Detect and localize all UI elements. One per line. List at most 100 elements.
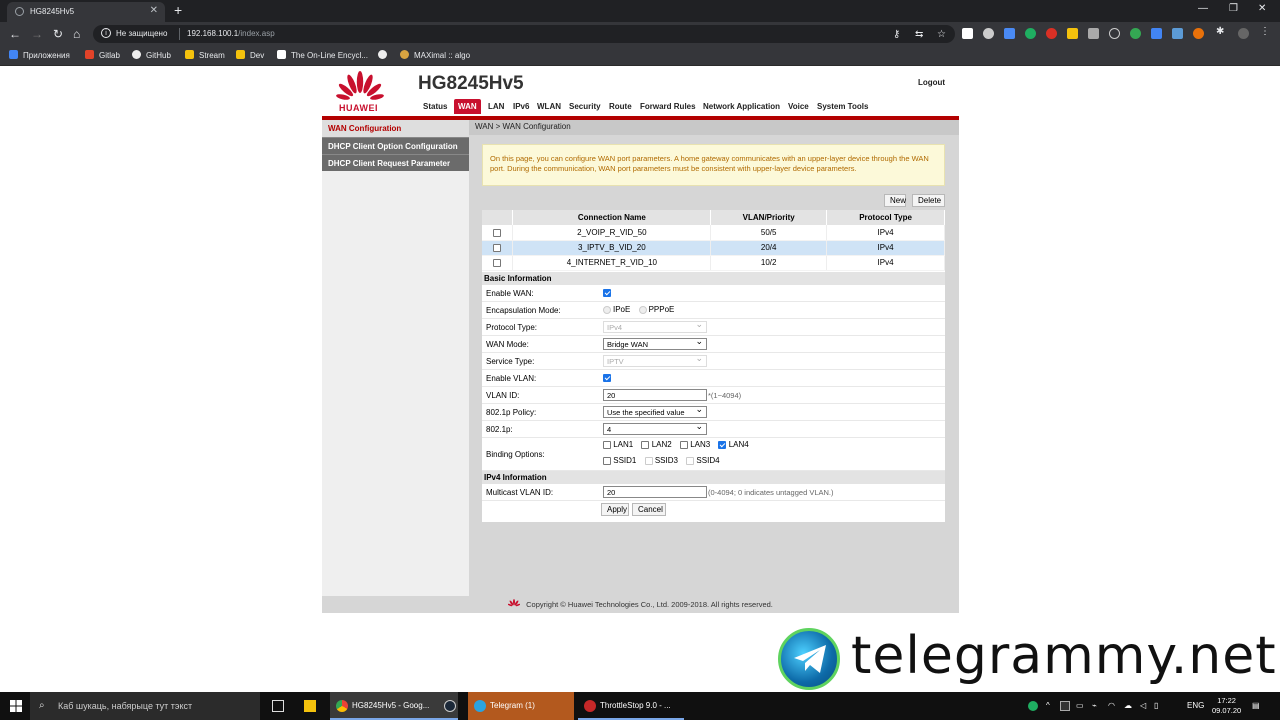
taskbar-app-chrome[interactable]: HG8245Hv5 - Goog... xyxy=(330,692,458,720)
table-row-selected[interactable]: 3_IPTV_B_VID_20 20/4 IPv4 xyxy=(482,240,945,256)
browser-tab[interactable]: HG8245Hv5 ✕ xyxy=(7,2,165,22)
battery-icon[interactable]: ▯ xyxy=(1154,701,1158,710)
ssid3-checkbox[interactable] xyxy=(644,456,653,465)
window-close-icon[interactable]: ✕ xyxy=(1258,3,1266,14)
bookmark-apps[interactable]: Приложения xyxy=(9,50,70,60)
key-icon[interactable]: ⚷ xyxy=(893,29,900,40)
menu-route[interactable]: Route xyxy=(609,102,632,111)
sidebar-item-dhcp-option[interactable]: DHCP Client Option Configuration xyxy=(322,137,469,154)
reload-icon[interactable]: ↻ xyxy=(53,27,63,41)
bookmark-dev[interactable]: Dev xyxy=(236,50,264,60)
taskbar-search[interactable]: ⌕ Каб шукаць, набярыце тут тэкст xyxy=(30,692,260,720)
tray-chevron-icon[interactable]: ^ xyxy=(1046,701,1050,710)
enable-vlan-checkbox[interactable] xyxy=(603,373,611,382)
notifications-icon[interactable]: ▤ xyxy=(1252,701,1260,710)
row-checkbox[interactable] xyxy=(493,228,502,237)
clock[interactable]: 17:22 09.07.20 xyxy=(1212,696,1241,716)
adblock-icon[interactable] xyxy=(1046,28,1057,39)
lan4-checkbox[interactable] xyxy=(718,440,727,449)
menu-network-application[interactable]: Network Application xyxy=(703,102,780,111)
row-checkbox[interactable] xyxy=(493,258,502,267)
table-row[interactable]: 4_INTERNET_R_VID_10 10/2 IPv4 xyxy=(482,255,945,271)
ipoe-radio[interactable] xyxy=(603,305,611,314)
extension-icon[interactable] xyxy=(1172,28,1183,39)
tab-close-icon[interactable]: ✕ xyxy=(150,5,158,16)
extension-icon[interactable] xyxy=(983,28,994,39)
wan-mode-select[interactable]: Bridge WAN xyxy=(603,336,707,350)
wifi-icon[interactable]: ◠ xyxy=(1108,701,1115,710)
bookmark-github[interactable]: GitHub xyxy=(132,50,171,60)
minimize-icon[interactable]: — xyxy=(1198,3,1208,14)
row-checkbox[interactable] xyxy=(493,243,502,252)
steam-icon[interactable] xyxy=(444,700,456,712)
extension-icon[interactable] xyxy=(1067,28,1078,39)
menu-status[interactable]: Status xyxy=(423,102,447,111)
tray-app-icon[interactable] xyxy=(1028,701,1038,711)
table-row[interactable]: 2_VOIP_R_VID_50 50/5 IPv4 xyxy=(482,225,945,241)
power-icon[interactable]: ⌁ xyxy=(1092,701,1097,710)
protocol-select[interactable]: IPv4 xyxy=(603,319,707,333)
home-icon[interactable]: ⌂ xyxy=(73,27,80,41)
logout-link[interactable]: Logout xyxy=(918,78,945,87)
tray-app-icon[interactable] xyxy=(1060,701,1070,711)
priority-select[interactable]: 4 xyxy=(603,421,707,435)
multicast-vlan-input[interactable]: 20 xyxy=(603,486,707,498)
network-icon[interactable]: ▭ xyxy=(1076,701,1084,710)
star-icon[interactable]: ☆ xyxy=(937,29,946,40)
menu-system-tools[interactable]: System Tools xyxy=(817,102,868,111)
service-type-select[interactable]: IPTV xyxy=(603,353,707,367)
restore-icon[interactable]: ❐ xyxy=(1229,3,1238,14)
address-bar[interactable]: i Не защищено 192.168.100.1/index.asp ⚷ … xyxy=(93,25,955,43)
bookmark-gitlab[interactable]: Gitlab xyxy=(85,50,120,60)
extension-icon[interactable] xyxy=(1193,28,1204,39)
extension-icon[interactable] xyxy=(1004,28,1015,39)
menu-icon[interactable]: ⋮ xyxy=(1260,26,1271,37)
enable-wan-checkbox[interactable] xyxy=(603,288,611,297)
extension-icon[interactable] xyxy=(1088,28,1099,39)
volume-icon[interactable]: ◁ xyxy=(1140,701,1146,710)
language-indicator[interactable]: ENG xyxy=(1187,701,1204,710)
apply-button[interactable]: Apply xyxy=(601,503,629,516)
extension-icon[interactable] xyxy=(1151,28,1162,39)
menu-wan[interactable]: WAN xyxy=(454,99,481,114)
back-icon[interactable]: ← xyxy=(9,27,21,41)
file-explorer-icon[interactable] xyxy=(304,700,316,712)
cloud-icon[interactable]: ☁ xyxy=(1124,701,1132,710)
ssid4-checkbox[interactable] xyxy=(686,456,695,465)
bookmark-maximal[interactable]: MAXimal :: algo xyxy=(400,50,470,60)
cancel-button[interactable]: Cancel xyxy=(632,503,666,516)
new-tab-button[interactable]: + xyxy=(174,2,182,18)
menu-security[interactable]: Security xyxy=(569,102,601,111)
menu-ipv6[interactable]: IPv6 xyxy=(513,102,529,111)
grammarly-icon[interactable] xyxy=(1025,28,1036,39)
menu-voice[interactable]: Voice xyxy=(788,102,809,111)
extension-icon[interactable] xyxy=(1109,28,1120,39)
extension-icon[interactable] xyxy=(962,28,973,39)
new-button[interactable]: New xyxy=(884,194,906,207)
lan1-checkbox[interactable] xyxy=(603,440,611,449)
bookmark-stream[interactable]: Stream xyxy=(185,50,225,60)
translate-icon[interactable]: ⇆ xyxy=(915,29,923,40)
menu-wlan[interactable]: WLAN xyxy=(537,102,561,111)
policy-select[interactable]: Use the specified value xyxy=(603,404,707,418)
windows-start-icon[interactable] xyxy=(10,700,22,712)
lan3-checkbox[interactable] xyxy=(679,440,688,449)
vlan-id-input[interactable]: 20 xyxy=(603,389,707,401)
puzzle-icon[interactable]: ✱ xyxy=(1216,26,1227,37)
sidebar-item-wan-configuration[interactable]: WAN Configuration xyxy=(322,120,469,137)
sidebar-item-dhcp-request[interactable]: DHCP Client Request Parameter xyxy=(322,154,469,171)
pppoe-radio[interactable] xyxy=(638,305,647,314)
taskbar-app-telegram[interactable]: Telegram (1) xyxy=(468,692,574,720)
taskbar-app-throttlestop[interactable]: ThrottleStop 9.0 - ... xyxy=(578,692,684,720)
bookmark-globe[interactable] xyxy=(378,50,392,60)
menu-lan[interactable]: LAN xyxy=(488,102,504,111)
menu-forward-rules[interactable]: Forward Rules xyxy=(640,102,696,111)
task-view-icon[interactable] xyxy=(272,700,284,712)
extension-icon[interactable] xyxy=(1130,28,1141,39)
avatar[interactable] xyxy=(1238,28,1249,39)
delete-button[interactable]: Delete xyxy=(912,194,945,207)
ssid1-checkbox[interactable] xyxy=(603,456,611,465)
info-icon[interactable]: i xyxy=(101,28,111,38)
forward-icon[interactable]: → xyxy=(31,27,43,41)
bookmark-oeis[interactable]: The On-Line Encycl... xyxy=(277,50,368,60)
